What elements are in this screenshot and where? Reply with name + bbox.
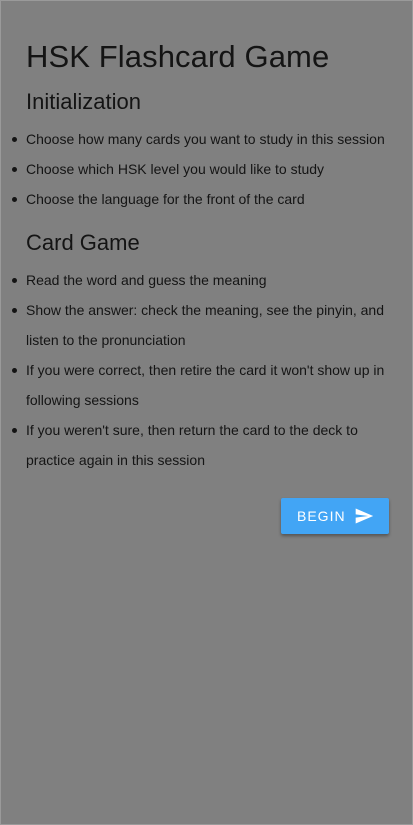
section-heading-card-game: Card Game (26, 230, 140, 255)
begin-button[interactable]: BEGIN (281, 498, 389, 534)
send-icon (355, 508, 374, 524)
section-heading-initialization: Initialization (26, 89, 141, 114)
dialog-frame: HSK Flashcard Game Initialization Choose… (0, 0, 413, 825)
instructions-content: HSK Flashcard Game Initialization Choose… (12, 37, 391, 475)
list-item: Read the word and guess the meaning (12, 265, 391, 295)
list-item: Choose which HSK level you would like to… (12, 154, 391, 184)
list-item: If you were correct, then retire the car… (12, 355, 391, 415)
list-item: Choose how many cards you want to study … (12, 124, 391, 154)
list-item: If you weren't sure, then return the car… (12, 415, 391, 475)
list-item: Show the answer: check the meaning, see … (12, 295, 391, 355)
card-game-list: Read the word and guess the meaning Show… (12, 265, 391, 475)
list-item: Choose the language for the front of the… (12, 184, 391, 214)
initialization-list: Choose how many cards you want to study … (12, 124, 391, 214)
begin-button-label: BEGIN (297, 508, 346, 524)
page-title: HSK Flashcard Game (26, 39, 330, 74)
